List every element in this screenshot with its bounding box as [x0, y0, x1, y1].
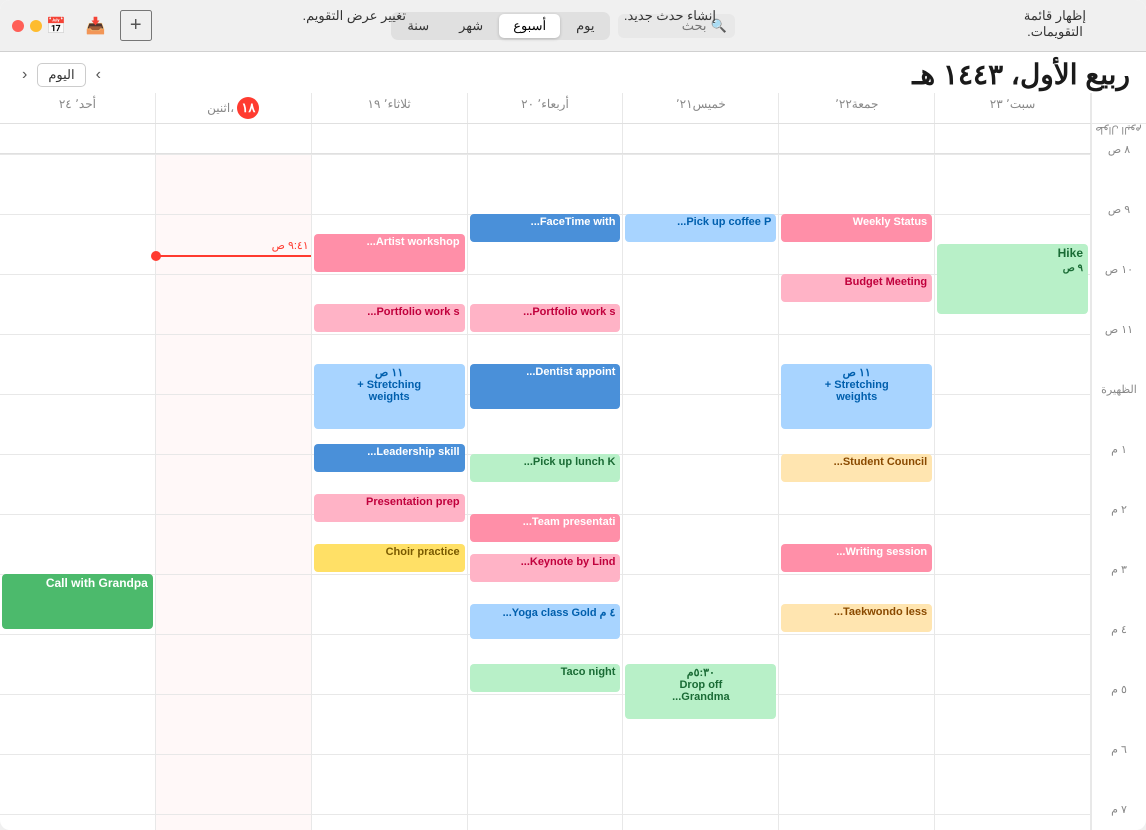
day-col-mon[interactable]: ٩:٤١ ص	[156, 154, 312, 830]
time-gutter: طوال اليوم ٨ ص ٩ ص ١٠ ص ١١ ص الظهيرة ١ م…	[1091, 93, 1146, 830]
time-11am: ١١ ص	[1092, 321, 1146, 381]
toolbar-center: 🔍 يوم أسبوع شهر سنة	[12, 12, 1134, 40]
time-10am: ١٠ ص	[1092, 261, 1146, 321]
time-9am: ٩ ص	[1092, 201, 1146, 261]
time-2pm: ٢ م	[1092, 501, 1146, 561]
all-day-tue[interactable]	[312, 124, 468, 153]
day-col-tue[interactable]: Artist workshop... Portfolio work s... ١…	[312, 154, 468, 830]
event-team-presentation[interactable]: Team presentati...	[470, 514, 621, 542]
time-3pm: ٣ م	[1092, 561, 1146, 621]
next-arrow[interactable]: ›	[90, 64, 107, 86]
day-col-wed[interactable]: FaceTime with... Portfolio work s... Den…	[468, 154, 624, 830]
event-taekwondo[interactable]: Taekwondo less...	[781, 604, 932, 632]
inbox-icon-button[interactable]: 📥	[80, 14, 112, 38]
view-btn-month[interactable]: شهر	[445, 14, 497, 38]
event-hike[interactable]: Hike٩ ص	[937, 244, 1088, 314]
nav-row: ربيع الأول، ١٤٤٣ هـ › اليوم ‹	[0, 52, 1146, 93]
view-btn-week[interactable]: أسبوع	[499, 14, 560, 38]
event-artist-workshop[interactable]: Artist workshop...	[314, 234, 465, 272]
calendar-title: ربيع الأول، ١٤٤٣ هـ	[127, 58, 1130, 91]
day-header-sun: أحد٬ ٢٤	[0, 93, 156, 123]
event-writing-session[interactable]: Writing session...	[781, 544, 932, 572]
time-noon: الظهيرة	[1092, 381, 1146, 441]
time-1pm: ١ م	[1092, 441, 1146, 501]
time-7pm: ٧ م	[1092, 801, 1146, 830]
annotation-show-calendars: إظهار قائمةالتقويمات.	[1024, 8, 1086, 40]
event-student-council[interactable]: Student Council...	[781, 454, 932, 482]
all-day-sat[interactable]	[935, 124, 1091, 153]
event-keynote[interactable]: Keynote by Lind...	[470, 554, 621, 582]
annotation-change-view: تغيير عرض التقويم.	[303, 8, 406, 24]
day-col-fri[interactable]: Weekly Status Budget Meeting ١١ صStretch…	[779, 154, 935, 830]
all-day-fri[interactable]	[779, 124, 935, 153]
day-col-sun[interactable]: Call with Grandpa	[0, 154, 156, 830]
calendar-window: 🔍 يوم أسبوع شهر سنة + 📥 📅 إظهار قائمةالت…	[0, 0, 1146, 830]
time-4pm: ٤ م	[1092, 621, 1146, 681]
view-switcher: يوم أسبوع شهر سنة	[391, 12, 610, 40]
calendar-list-button[interactable]: 📅	[40, 14, 72, 38]
event-drop-off-grandma[interactable]: ٥:٣٠مDrop offGrandma...	[625, 664, 776, 719]
event-leadership[interactable]: Leadership skill...	[314, 444, 465, 472]
time-6pm: ٦ م	[1092, 741, 1146, 801]
annotation-new-event: إنشاء حدث جديد.	[624, 8, 716, 24]
day-header-thu: خميس٬٢١	[623, 93, 779, 123]
event-call-grandpa[interactable]: Call with Grandpa	[2, 574, 153, 629]
all-day-wed[interactable]	[468, 124, 624, 153]
current-time-indicator: ٩:٤١ ص	[156, 255, 311, 257]
all-day-label: طوال اليوم	[1091, 123, 1146, 141]
event-pick-up-coffee[interactable]: Pick up coffee P...	[625, 214, 776, 242]
add-event-button[interactable]: +	[120, 10, 152, 41]
time-5pm: ٥ م	[1092, 681, 1146, 741]
event-pick-up-lunch[interactable]: Pick up lunch K...	[470, 454, 621, 482]
all-day-mon[interactable]	[156, 124, 312, 153]
today-button[interactable]: اليوم	[37, 63, 85, 87]
event-dentist[interactable]: Dentist appoint...	[470, 364, 621, 409]
event-yoga[interactable]: ٤ م Yoga class Gold...	[470, 604, 621, 639]
event-weekly-status[interactable]: Weekly Status	[781, 214, 932, 242]
time-grid: Hike٩ ص ٧ م	[0, 154, 1091, 830]
toolbar-right: + 📥 📅	[40, 10, 152, 41]
nav-controls: › اليوم ‹	[16, 63, 107, 87]
event-stretching-tue[interactable]: ١١ صStretching +weights	[314, 364, 465, 429]
all-day-thu[interactable]	[623, 124, 779, 153]
day-header-sat: سبت٬ ٢٣	[935, 93, 1091, 123]
event-budget-meeting[interactable]: Budget Meeting	[781, 274, 932, 302]
scrollable-grid[interactable]: Hike٩ ص ٧ م	[0, 154, 1091, 830]
days-area: سبت٬ ٢٣ جمعة٬٢٢ خميس٬٢١ أربعاء٬ ٢٠ ثلاثا…	[0, 93, 1091, 830]
event-facetime[interactable]: FaceTime with...	[470, 214, 621, 242]
event-portfolio-wed[interactable]: Portfolio work s...	[470, 304, 621, 332]
all-day-row	[0, 124, 1091, 154]
calendar-grid: طوال اليوم ٨ ص ٩ ص ١٠ ص ١١ ص الظهيرة ١ م…	[0, 93, 1146, 830]
all-day-sun[interactable]	[0, 124, 156, 153]
day-header-fri: جمعة٬٢٢	[779, 93, 935, 123]
event-choir[interactable]: Choir practice	[314, 544, 465, 572]
day-headers: سبت٬ ٢٣ جمعة٬٢٢ خميس٬٢١ أربعاء٬ ٢٠ ثلاثا…	[0, 93, 1091, 124]
day-header-tue: ثلاثاء٬ ١٩	[312, 93, 468, 123]
titlebar: 🔍 يوم أسبوع شهر سنة + 📥 📅	[0, 0, 1146, 52]
view-btn-day[interactable]: يوم	[562, 14, 608, 38]
day-col-thu[interactable]: Pick up coffee P... ٥:٣٠مDrop offGrandma…	[623, 154, 779, 830]
day-header-mon: اثنين، ١٨	[156, 93, 312, 123]
day-col-sat[interactable]: Hike٩ ص ٧ م	[935, 154, 1091, 830]
event-taco-night[interactable]: Taco night	[470, 664, 621, 692]
day-header-wed: أربعاء٬ ٢٠	[468, 93, 624, 123]
time-8am: ٨ ص	[1092, 141, 1146, 201]
close-button[interactable]	[12, 20, 24, 32]
prev-arrow[interactable]: ‹	[16, 64, 33, 86]
current-time-label: ٩:٤١ ص	[272, 239, 309, 252]
event-presentation-prep[interactable]: Presentation prep	[314, 494, 465, 522]
event-portfolio-tue[interactable]: Portfolio work s...	[314, 304, 465, 332]
event-stretching-fri[interactable]: ١١ صStretching +weights	[781, 364, 932, 429]
